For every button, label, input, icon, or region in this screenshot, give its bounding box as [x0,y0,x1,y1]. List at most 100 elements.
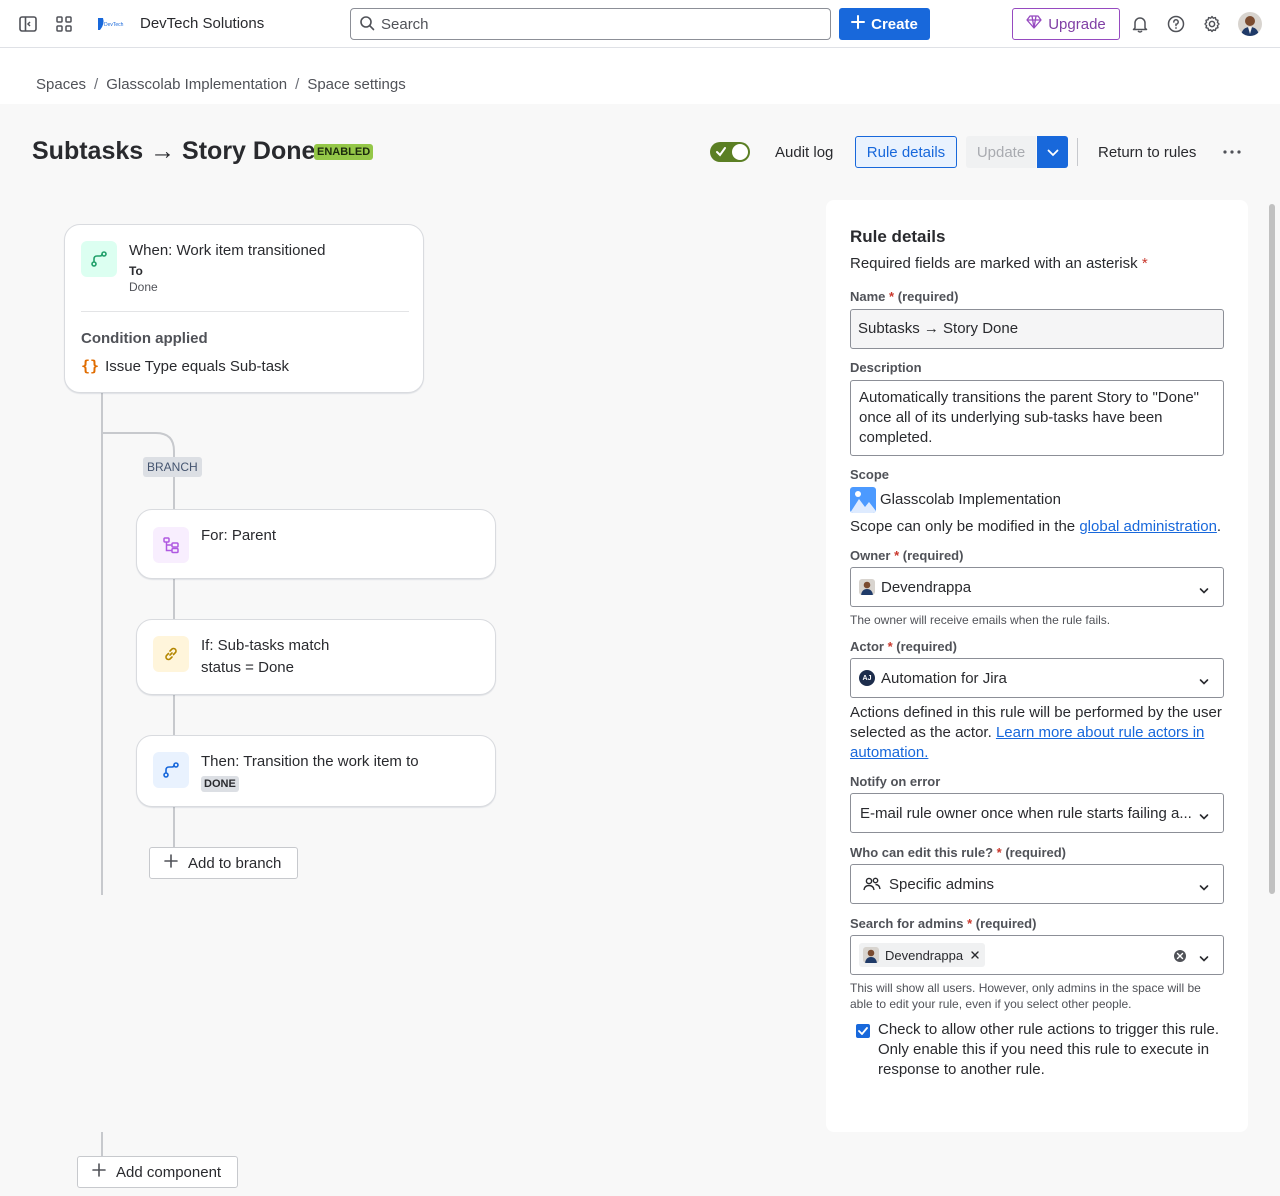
allow-trigger-label[interactable]: Check to allow other rule actions to tri… [878,1020,1224,1080]
scope-value-row: Glasscolab Implementation [850,487,1061,513]
curly-braces-icon: {} [81,357,100,375]
description-field[interactable]: Automatically transitions the parent Sto… [850,380,1224,456]
project-avatar [850,487,876,513]
branch-connector [173,578,175,620]
required-note: Required fields are marked with an aster… [850,255,1148,272]
sidebar-toggle-icon[interactable] [16,12,40,36]
branch-icon [153,527,189,563]
create-button[interactable]: Create [839,8,930,40]
link-icon [153,636,189,672]
owner-label: Owner * (required) [850,548,964,563]
add-component-button[interactable]: Add component [77,1156,238,1188]
transition-icon [153,752,189,788]
branch-for-card[interactable]: For: Parent [136,509,496,579]
scope-value: Glasscolab Implementation [880,491,1061,508]
actor-note: Actions defined in this rule will be per… [850,704,1222,761]
rule-details-button[interactable]: Rule details [855,136,957,168]
breadcrumb-separator: / [94,76,99,93]
plus-icon [92,1163,106,1181]
gear-icon[interactable] [1200,12,1224,36]
admin-chip[interactable]: Devendrappa [859,943,986,967]
user-avatar[interactable] [1238,12,1262,36]
chevron-down-icon [1199,879,1209,896]
trigger-card[interactable]: When: Work item transitioned To Done Con… [64,224,424,393]
trigger-title: When: Work item transitioned [129,242,326,259]
chevron-down-icon [1199,950,1209,967]
if-condition: status = Done [201,659,294,676]
scope-label: Scope [850,467,890,482]
plus-icon [851,15,866,33]
scope-note: Scope can only be modified in the global… [850,518,1222,535]
breadcrumb-spaces[interactable]: Spaces [36,76,86,93]
if-condition-card[interactable]: If: Sub-tasks match status = Done [136,619,496,695]
notify-select[interactable]: E-mail rule owner once when rule starts … [850,793,1224,833]
then-title: Then: Transition the work item to [201,753,419,770]
admin-avatar [863,947,879,963]
breadcrumb-space-settings[interactable]: Space settings [307,76,405,93]
who-edit-value: Specific admins [889,875,995,893]
who-edit-select[interactable]: Specific admins [850,864,1224,904]
search-admins-label: Search for admins * (required) [850,916,1037,931]
who-edit-label: Who can edit this rule? * (required) [850,845,1066,860]
flow-connector [101,1132,103,1158]
search-box[interactable] [350,8,831,40]
transition-icon [81,241,117,277]
notify-label: Notify on error [850,774,941,789]
return-to-rules-button[interactable]: Return to rules [1098,144,1196,161]
people-icon [863,876,881,892]
then-action-card[interactable]: Then: Transition the work item to DONE [136,735,496,807]
status-badge: ENABLED [314,144,374,160]
global-administration-link[interactable]: global administration [1079,518,1217,535]
owner-avatar [859,579,875,595]
actor-select[interactable]: AJ Automation for Jira [850,658,1224,698]
update-button[interactable]: Update [966,136,1036,168]
toggle-knob [732,144,748,160]
update-dropdown-button[interactable] [1037,136,1068,168]
name-label: Name * (required) [850,289,959,304]
branch-connector [173,806,175,848]
more-icon[interactable] [1220,140,1244,164]
search-input[interactable] [381,15,801,33]
condition-heading: Condition applied [81,330,208,347]
page-title: Subtasks → Story Done [32,137,316,165]
brand-name[interactable]: DevTech Solutions [140,15,264,32]
owner-select[interactable]: Devendrappa [850,567,1224,607]
plus-icon [164,854,178,872]
actor-value: Automation for Jira [881,669,1007,687]
search-admins-field[interactable]: Devendrappa [850,935,1224,975]
add-to-branch-button[interactable]: Add to branch [149,847,298,879]
rule-enabled-toggle[interactable] [710,142,750,162]
name-field[interactable]: Subtasks → Story Done [850,309,1224,349]
breadcrumb-project[interactable]: Glasscolab Implementation [106,76,287,93]
branch-connector [102,432,175,460]
add-to-branch-label: Add to branch [188,854,282,872]
app-switcher-icon[interactable] [52,12,76,36]
scrollbar-thumb[interactable] [1269,204,1275,894]
brand-logo[interactable]: DevTech [96,16,124,32]
search-icon [359,15,375,34]
name-value: Subtasks → Story Done [858,320,1019,337]
breadcrumb-separator: / [295,76,300,93]
remove-chip-icon[interactable] [971,951,979,959]
create-label: Create [871,15,918,33]
check-icon [715,145,727,162]
breadcrumb-bar: Spaces / Glasscolab Implementation / Spa… [0,48,1280,104]
owner-value: Devendrappa [881,578,972,596]
branch-for-title: For: Parent [201,527,277,544]
flow-connector [101,392,103,895]
breadcrumb: Spaces / Glasscolab Implementation / Spa… [36,76,406,93]
condition-row[interactable]: {} Issue Type equals Sub-task [81,357,289,375]
audit-log-button[interactable]: Audit log [775,144,833,161]
description-label: Description [850,360,922,375]
allow-trigger-checkbox[interactable] [856,1024,870,1038]
condition-text: Issue Type equals Sub-task [105,357,290,375]
rule-details-panel: Rule details Required fields are marked … [826,200,1248,1132]
admins-help: This will show all users. However, only … [850,981,1201,1011]
chevron-down-icon [1199,673,1209,690]
actor-avatar: AJ [859,670,875,686]
clear-icon[interactable] [1173,949,1187,963]
upgrade-button[interactable]: Upgrade [1012,8,1120,40]
help-icon[interactable] [1164,12,1188,36]
trigger-to-value: Done [129,280,158,294]
bell-icon[interactable] [1128,12,1152,36]
